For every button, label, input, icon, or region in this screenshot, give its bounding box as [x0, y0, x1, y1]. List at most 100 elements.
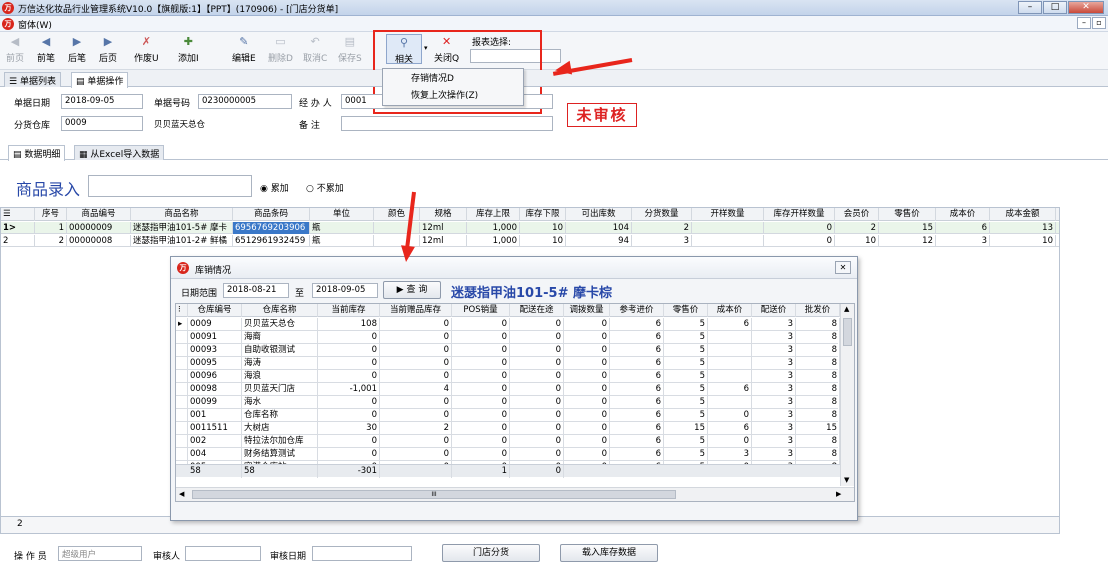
close-window-button[interactable]: ✕ — [1068, 1, 1104, 14]
menu-item-restore-last[interactable]: 恢复上次操作(Z) — [383, 88, 523, 105]
table-cell: 0 — [380, 409, 452, 422]
table-row[interactable]: 00099 海水 0 0 0 0 0 6 5 3 8 — [176, 396, 840, 409]
table-cell: 5 — [664, 409, 708, 422]
doc-no-label: 单据号码 — [154, 99, 191, 109]
col-header: 当前赠品库存 — [380, 304, 452, 317]
tab-document-operation[interactable]: ▤ 单据操作 — [71, 72, 129, 88]
table-row[interactable]: 0011511 大树店 30 2 0 0 0 6 15 6 3 15 — [176, 422, 840, 435]
horizontal-scroll-thumb[interactable]: III — [192, 490, 676, 499]
radio-no-accumulate[interactable]: ○ 不累加 — [306, 181, 344, 194]
table-cell: 5 — [664, 357, 708, 370]
table-cell: 0 — [452, 318, 510, 331]
table-row[interactable]: 00095 海涛 0 0 0 0 0 6 5 3 8 — [176, 357, 840, 370]
delete-button[interactable]: ▭ 删除D — [268, 35, 293, 64]
tab-excel-import[interactable]: ▦ 从Excel导入数据 — [74, 145, 165, 160]
audit-date-field — [312, 546, 412, 561]
table-row[interactable]: 00098 贝贝蓝天门店 -1,001 4 0 0 0 6 5 6 3 8 — [176, 383, 840, 396]
horizontal-scrollbar[interactable]: ◀ III ▶ — [176, 487, 854, 501]
dialog-close-button[interactable]: ✕ — [835, 261, 851, 274]
table-cell: 贝贝蓝天总仓 — [242, 318, 318, 331]
table-row[interactable]: 00093 自助收银测试 0 0 0 0 0 6 5 3 8 — [176, 344, 840, 357]
query-button[interactable]: ▶ 查 询 — [383, 281, 441, 299]
table-row[interactable]: 00096 海浪 0 0 0 0 0 6 5 3 8 — [176, 370, 840, 383]
table-cell: 6 — [610, 409, 664, 422]
next-record-button[interactable]: ▶ 后笔 — [68, 35, 86, 64]
menu-item-stock-sales[interactable]: 存销情况D — [383, 71, 523, 88]
prev-record-button[interactable]: ◀ 前笔 — [37, 35, 55, 64]
table-cell: 0 — [452, 396, 510, 409]
table-cell: 6 — [708, 383, 752, 396]
tab-data-detail[interactable]: ▤ 数据明细 — [8, 145, 66, 161]
list-icon: ☰ — [9, 77, 20, 87]
date-field[interactable]: 2018-09-05 — [61, 94, 143, 109]
table-cell: 财务结算测试 — [242, 448, 318, 461]
remark-field[interactable] — [341, 116, 553, 131]
table-cell: 0 — [510, 331, 564, 344]
remark-label: 备 注 — [299, 121, 320, 131]
save-button[interactable]: ▤ 保存S — [338, 35, 362, 64]
scroll-right-icon[interactable]: ▶ — [836, 490, 841, 498]
radio-unchecked-icon: ○ — [306, 184, 317, 194]
table-cell: 0 — [452, 448, 510, 461]
maximize-button[interactable]: □ — [1043, 1, 1067, 14]
mdi-restore-button[interactable]: ▫ — [1092, 17, 1106, 29]
grid-header: ☰ 序号 商品编号 商品名称 商品条码 单位 颜色 规格 库存上限 库存下限 可… — [1, 208, 1059, 221]
menu-window[interactable]: 窗体(W) — [18, 18, 52, 31]
table-row[interactable]: 1> 1 00000009 迷瑟指甲油101-5# 摩卡 69567692039… — [1, 222, 1059, 234]
date-from-field[interactable]: 2018-08-21 — [223, 283, 289, 298]
table-cell: 0 — [380, 318, 452, 331]
window-title: 万信达化妆品行业管理系统V10.0【旗舰版:1】【PPT】(170906) - … — [18, 5, 339, 15]
table-cell: 3 — [708, 448, 752, 461]
cancel-button[interactable]: ↶ 取消C — [303, 35, 327, 64]
audit-date-label: 审核日期 — [270, 552, 307, 562]
minimize-button[interactable]: – — [1018, 1, 1042, 14]
table-menu-icon[interactable]: ⁝ — [176, 304, 188, 317]
table-row[interactable]: 002 特拉法尔加仓库 0 0 0 0 0 6 5 0 3 8 — [176, 435, 840, 448]
load-stock-button[interactable]: 载入库存数据 — [560, 544, 658, 562]
mdi-minimize-button[interactable]: – — [1077, 17, 1091, 29]
table-cell: 0 — [510, 370, 564, 383]
date-to-field[interactable]: 2018-09-05 — [312, 283, 378, 298]
edit-button[interactable]: ✎ 编辑E — [232, 35, 256, 64]
scroll-up-icon[interactable]: ▲ — [844, 305, 849, 313]
vertical-scrollbar[interactable]: ▲ ▼ — [840, 304, 854, 486]
table-cell: 0 — [318, 396, 380, 409]
scroll-down-icon[interactable]: ▼ — [844, 476, 849, 484]
table-cell: 0 — [510, 383, 564, 396]
table-cell: 15 — [796, 422, 840, 435]
last-page-button[interactable]: ▶ 后页 — [99, 35, 117, 64]
table-row[interactable]: 001 仓库名称 0 0 0 0 0 6 5 0 3 8 — [176, 409, 840, 422]
to-label: 至 — [295, 289, 305, 299]
table-cell: 8 — [796, 331, 840, 344]
table-row[interactable]: 00091 海裔 0 0 0 0 0 6 5 3 8 — [176, 331, 840, 344]
operator-field: 超级用户 — [58, 546, 142, 561]
product-entry-input[interactable] — [88, 175, 252, 197]
add-button[interactable]: ✚ 添加I — [178, 35, 199, 64]
col-header: 成本价 — [936, 208, 990, 221]
table-cell: 00099 — [188, 396, 242, 409]
doc-no-field[interactable]: 0230000005 — [198, 94, 292, 109]
dialog-logo-icon: 万 — [177, 262, 189, 274]
selected-barcode-cell[interactable]: 6956769203906 — [233, 222, 310, 234]
prev-icon: ◀ — [41, 35, 51, 48]
warehouse-code-field[interactable]: 0009 — [61, 116, 143, 131]
vertical-scroll-thumb[interactable] — [843, 318, 852, 346]
grid-menu-icon[interactable]: ☰ — [1, 208, 35, 221]
table-row[interactable]: 2 2 00000008 迷瑟指甲油101-2# 鲜橘 651296193245… — [1, 235, 1059, 247]
table-row[interactable]: ▸ 0009 贝贝蓝天总仓 108 0 0 0 0 6 5 6 3 8 — [176, 318, 840, 331]
store-distribution-button[interactable]: 门店分货 — [442, 544, 540, 562]
table-cell: 6 — [610, 383, 664, 396]
table-cell: 海水 — [242, 396, 318, 409]
table-row[interactable]: 004 财务结算测试 0 0 0 0 0 6 5 3 3 8 — [176, 448, 840, 461]
radio-accumulate[interactable]: ◉ 累加 — [260, 181, 289, 194]
first-page-button[interactable]: ◀ 前页 — [6, 35, 24, 64]
void-button[interactable]: ✗ 作废U — [134, 35, 159, 64]
table-cell: 0 — [452, 435, 510, 448]
date-label: 单据日期 — [14, 99, 51, 109]
table-cell: 0 — [452, 344, 510, 357]
table-cell: 仓库名称 — [242, 409, 318, 422]
col-header: 单位 — [310, 208, 374, 221]
tab-document-list[interactable]: ☰ 单据列表 — [4, 72, 61, 87]
table-cell: 0 — [510, 422, 564, 435]
scroll-left-icon[interactable]: ◀ — [179, 490, 184, 498]
